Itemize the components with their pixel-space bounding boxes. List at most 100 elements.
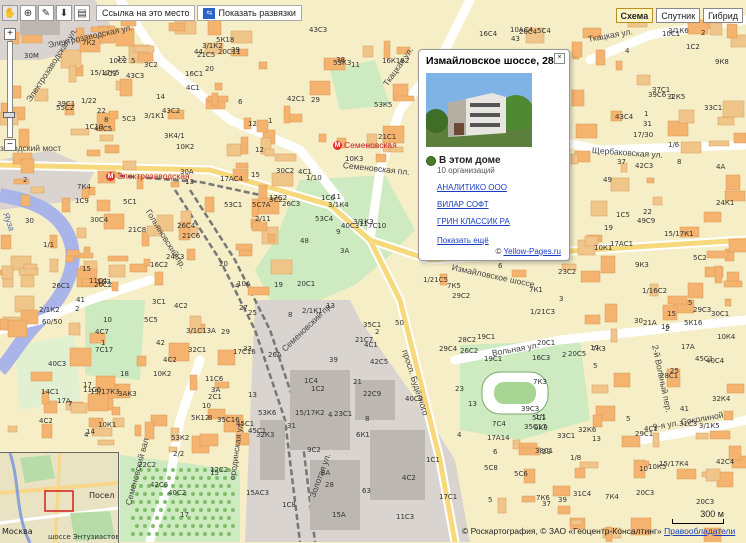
- building-block: [521, 495, 536, 503]
- building-block: [189, 374, 198, 391]
- building-block: [571, 41, 583, 58]
- building-block: [267, 233, 276, 243]
- building-block: [243, 117, 252, 130]
- building-block: [88, 417, 104, 428]
- tree-mark: [155, 468, 159, 472]
- tree-mark: [223, 508, 227, 512]
- tree-mark: [187, 500, 191, 504]
- building-block: [666, 368, 681, 388]
- zoom-slider-thumb[interactable]: [3, 112, 15, 118]
- overview-map[interactable]: Посел Москва шоссе Энтузиастов: [0, 452, 119, 543]
- building-block: [620, 162, 628, 173]
- tree-mark: [219, 500, 223, 504]
- show-junctions-button[interactable]: ⇆ Показать развязки: [197, 5, 302, 21]
- building-block: [706, 250, 729, 259]
- building-block: [680, 141, 702, 154]
- building-block: [725, 174, 741, 191]
- source-link[interactable]: Yellow-Pages.ru: [503, 247, 561, 256]
- building-block: [667, 295, 688, 305]
- building-block: [518, 442, 538, 449]
- tree-mark: [203, 484, 207, 488]
- balloon-title: Измайловское шоссе, 28: [426, 55, 554, 67]
- ruler-icon[interactable]: ✎: [38, 5, 54, 21]
- tree-mark: [211, 500, 215, 504]
- tree-mark: [231, 524, 235, 528]
- building-block: [122, 160, 137, 171]
- building-block: [20, 274, 35, 288]
- tree-mark: [147, 532, 151, 536]
- hand-icon[interactable]: ✋: [2, 5, 18, 21]
- close-icon[interactable]: ×: [554, 53, 565, 64]
- overview-map-image: [0, 453, 118, 543]
- location-pin-icon: [426, 155, 436, 166]
- building-block: [21, 34, 43, 44]
- org-link[interactable]: ГРИН КЛАССИК РА: [437, 217, 562, 226]
- metro-elektrozavodskaya[interactable]: М Электрозаводская: [106, 171, 190, 181]
- map-type-satellite[interactable]: Спутник: [656, 8, 701, 23]
- tree-mark: [195, 516, 199, 520]
- tree-mark: [191, 476, 195, 480]
- building-block: [600, 255, 616, 274]
- building-block: [7, 319, 28, 338]
- building-block: [104, 144, 120, 154]
- tree-mark: [167, 508, 171, 512]
- building-block: [318, 133, 327, 143]
- tree-mark: [191, 492, 195, 496]
- building-block: [621, 435, 641, 448]
- tree-mark: [151, 524, 155, 528]
- zoom-out-button[interactable]: −: [4, 139, 16, 151]
- org-link[interactable]: АНАЛИТИКО ООО: [437, 183, 562, 192]
- map-scale: 300 м: [672, 509, 724, 524]
- building-block: [595, 49, 606, 66]
- building-block: [557, 505, 571, 515]
- tree-mark: [159, 508, 163, 512]
- tree-mark: [199, 492, 203, 496]
- building-block: [247, 286, 270, 296]
- building-block: [264, 148, 275, 157]
- map-type-hybrid[interactable]: Гибрид: [703, 8, 743, 23]
- tree-mark: [207, 508, 211, 512]
- building-block: [133, 45, 155, 53]
- building-block: [134, 424, 142, 437]
- tree-mark: [179, 500, 183, 504]
- building-block: [95, 375, 116, 390]
- link-to-place-button[interactable]: Ссылка на это место: [96, 5, 196, 21]
- rights-holders-link[interactable]: Правообладатели: [664, 526, 735, 536]
- building-block: [76, 227, 87, 239]
- show-more-link[interactable]: Показать ещё: [437, 236, 562, 245]
- tree-mark: [187, 468, 191, 472]
- zoom-in-button[interactable]: +: [4, 28, 16, 40]
- building-block: [724, 190, 746, 202]
- tree-mark: [159, 524, 163, 528]
- metro-icon: М: [106, 171, 115, 181]
- org-link[interactable]: ВИЛАР СОФТ: [437, 200, 562, 209]
- tree-mark: [179, 516, 183, 520]
- tree-mark: [135, 524, 139, 528]
- building-block: [70, 128, 90, 136]
- building-block: [178, 221, 191, 241]
- building-block: [61, 197, 71, 213]
- building-block: [726, 383, 745, 394]
- tree-mark: [167, 524, 171, 528]
- building-block: [1, 265, 14, 280]
- print-icon[interactable]: ▤: [74, 5, 90, 21]
- tree-mark: [195, 468, 199, 472]
- pin-icon[interactable]: ⬇: [56, 5, 72, 21]
- metro-semenovskaya[interactable]: М Семеновская: [333, 140, 397, 150]
- tree-mark: [131, 532, 135, 536]
- zoom-slider[interactable]: [3, 41, 15, 138]
- zoom-area-icon[interactable]: ⊕: [20, 5, 36, 21]
- building-block: [97, 439, 115, 446]
- scale-bar: [672, 519, 724, 524]
- tree-mark: [155, 500, 159, 504]
- building-block: [214, 82, 223, 91]
- map-type-scheme[interactable]: Схема: [615, 8, 654, 23]
- building-block: [652, 432, 660, 448]
- building-block: [108, 264, 126, 278]
- building-block: [112, 417, 125, 428]
- building-block: [649, 283, 659, 297]
- building-block: [119, 78, 133, 97]
- building-block: [207, 408, 226, 420]
- building-block: [709, 22, 723, 36]
- building-block: [323, 57, 346, 71]
